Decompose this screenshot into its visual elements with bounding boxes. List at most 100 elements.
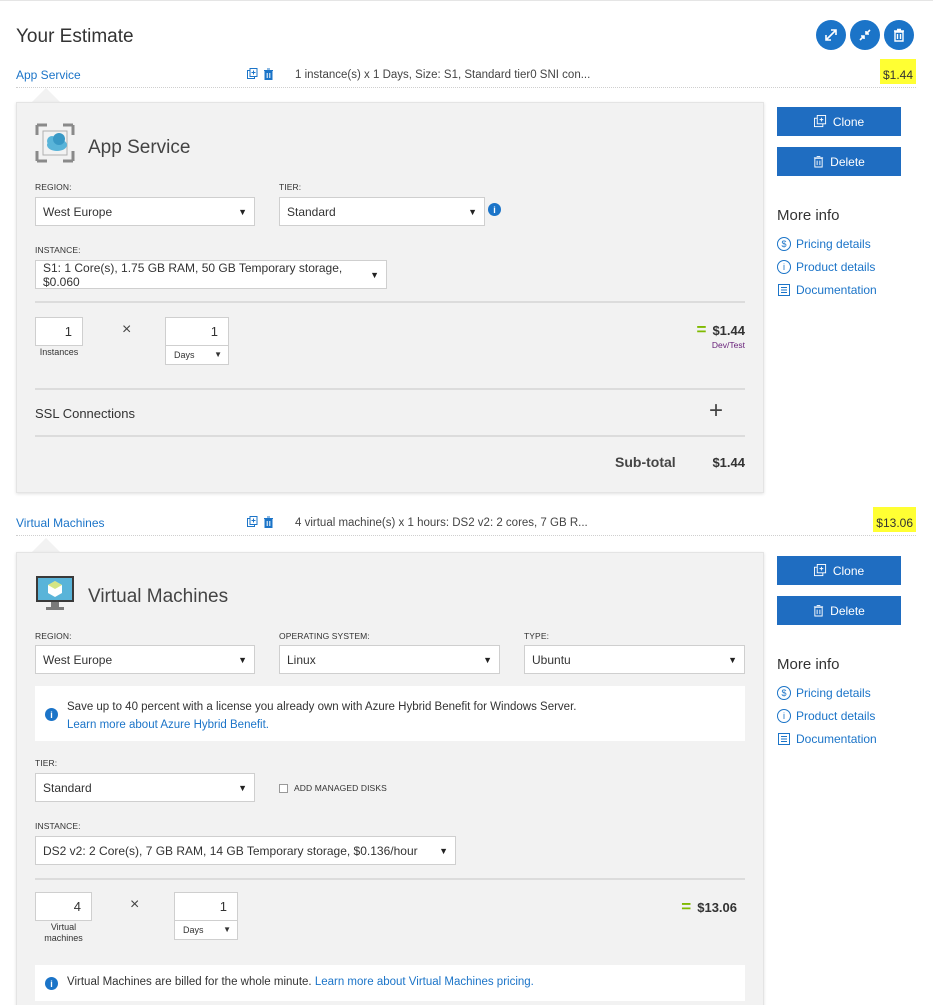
clone-small-icon[interactable]: [247, 516, 258, 528]
divider: [35, 435, 745, 437]
clone-button[interactable]: Clone: [777, 556, 901, 585]
line-price: = $13.06: [681, 897, 737, 917]
service-price: $1.44: [879, 59, 916, 84]
tier-value: Standard: [287, 204, 336, 219]
instance-label: INSTANCE:: [35, 821, 81, 831]
dropdown-arrow-icon: ▼: [238, 782, 247, 793]
expand-icon: [825, 29, 837, 41]
tier-select[interactable]: Standard ▼: [35, 773, 255, 802]
panel-caret: [32, 88, 60, 102]
dropdown-arrow-icon: ▼: [468, 206, 477, 217]
pricing-details-link[interactable]: $ Pricing details: [777, 686, 871, 700]
info-circle-icon: i: [777, 260, 791, 274]
type-select[interactable]: Ubuntu ▼: [524, 645, 745, 674]
delete-label: Delete: [830, 154, 865, 169]
vm-pricing-link[interactable]: Learn more about Virtual Machines pricin…: [315, 976, 534, 988]
app-service-icon: [35, 123, 75, 163]
days-input[interactable]: 1: [165, 317, 229, 346]
instance-label: INSTANCE:: [35, 245, 81, 255]
expand-plus-icon[interactable]: +: [709, 399, 723, 423]
dollar-icon: $: [777, 237, 791, 251]
expand-all-button[interactable]: [816, 20, 846, 50]
product-details-link[interactable]: i Product details: [777, 260, 875, 274]
pricing-details-link[interactable]: $ Pricing details: [777, 237, 871, 251]
service-row-app-service[interactable]: App Service 1 instance(s) x 1 Days, Size…: [16, 59, 916, 88]
divider: [35, 878, 745, 880]
clone-icon: [813, 564, 826, 577]
panel-title: Virtual Machines: [88, 586, 229, 607]
dropdown-arrow-icon: ▼: [483, 654, 492, 665]
instance-select[interactable]: DS2 v2: 2 Core(s), 7 GB RAM, 14 GB Tempo…: [35, 836, 456, 865]
documentation-label: Documentation: [796, 732, 877, 746]
collapse-icon: [859, 29, 871, 41]
service-name-link[interactable]: App Service: [16, 68, 81, 82]
page-title: Your Estimate: [16, 26, 134, 47]
billing-notice: i Virtual Machines are billed for the wh…: [35, 965, 745, 1001]
billing-notice-text: Virtual Machines are billed for the whol…: [67, 976, 312, 988]
delete-button[interactable]: Delete: [777, 596, 901, 625]
ssl-connections-label: SSL Connections: [35, 406, 135, 421]
region-select[interactable]: West Europe ▼: [35, 645, 255, 674]
dropdown-arrow-icon: ▼: [728, 654, 737, 665]
vm-label-line1: Virtual: [50, 922, 77, 932]
vm-count-input[interactable]: 4: [35, 892, 92, 921]
panel-caret: [32, 538, 60, 552]
service-price: $13.06: [873, 507, 916, 532]
more-info-heading: More info: [777, 656, 840, 673]
documentation-label: Documentation: [796, 283, 877, 297]
dropdown-arrow-icon: ▼: [439, 845, 448, 856]
hybrid-benefit-link[interactable]: Learn more about Azure Hybrid Benefit.: [67, 716, 576, 734]
info-icon[interactable]: i: [488, 203, 501, 216]
divider: [35, 388, 745, 390]
managed-disks-checkbox-row[interactable]: ADD MANAGED DISKS: [279, 783, 387, 793]
pricing-details-label: Pricing details: [796, 237, 871, 251]
tier-select[interactable]: Standard ▼: [279, 197, 485, 226]
info-icon: i: [45, 977, 58, 990]
product-details-link[interactable]: i Product details: [777, 709, 875, 723]
pricing-details-label: Pricing details: [796, 686, 871, 700]
days-unit-select[interactable]: Days ▼: [165, 345, 229, 365]
product-details-label: Product details: [796, 709, 876, 723]
managed-disks-checkbox[interactable]: [279, 783, 288, 793]
product-details-label: Product details: [796, 260, 876, 274]
line-price-value: $13.06: [697, 899, 737, 915]
region-value: West Europe: [43, 204, 113, 219]
hybrid-notice-text: Save up to 40 percent with a license you…: [67, 701, 577, 713]
trash-small-icon[interactable]: [263, 68, 274, 80]
top-border: [0, 0, 933, 1]
service-name-link[interactable]: Virtual Machines: [16, 516, 105, 530]
region-select[interactable]: West Europe ▼: [35, 197, 255, 226]
hours-unit-value: Days: [183, 925, 204, 935]
region-value: West Europe: [43, 652, 113, 667]
trash-icon: [894, 28, 904, 42]
instance-value: S1: 1 Core(s), 1.75 GB RAM, 50 GB Tempor…: [43, 260, 343, 289]
delete-label: Delete: [830, 603, 865, 618]
tier-label: TIER:: [35, 758, 58, 768]
instance-value: DS2 v2: 2 Core(s), 7 GB RAM, 14 GB Tempo…: [43, 843, 418, 858]
line-price-value: $1.44: [712, 322, 745, 338]
clone-small-icon[interactable]: [247, 68, 258, 80]
documentation-link[interactable]: Documentation: [777, 732, 877, 746]
service-description: 1 instance(s) x 1 Days, Size: S1, Standa…: [295, 69, 591, 81]
delete-all-button[interactable]: [884, 20, 914, 50]
trash-small-icon[interactable]: [263, 516, 274, 528]
instance-select[interactable]: S1: 1 Core(s), 1.75 GB RAM, 50 GB Tempor…: [35, 260, 387, 289]
dropdown-arrow-icon: ▼: [238, 654, 247, 665]
multiply-symbol: ×: [122, 321, 132, 338]
instances-input[interactable]: 1: [35, 317, 83, 346]
tier-label: TIER:: [279, 182, 302, 192]
service-row-virtual-machines[interactable]: Virtual Machines 4 virtual machine(s) x …: [16, 507, 916, 536]
os-select[interactable]: Linux ▼: [279, 645, 500, 674]
documentation-link[interactable]: Documentation: [777, 283, 877, 297]
vm-label-line2: machines: [44, 933, 83, 943]
hours-input[interactable]: 1: [174, 892, 238, 921]
equals-icon: =: [681, 897, 692, 916]
clone-button[interactable]: Clone: [777, 107, 901, 136]
collapse-all-button[interactable]: [850, 20, 880, 50]
divider: [35, 301, 745, 303]
dropdown-arrow-icon: ▼: [238, 206, 247, 217]
hours-unit-select[interactable]: Days ▼: [174, 920, 238, 940]
delete-button[interactable]: Delete: [777, 147, 901, 176]
document-icon: [778, 284, 790, 296]
type-label: TYPE:: [524, 631, 550, 641]
